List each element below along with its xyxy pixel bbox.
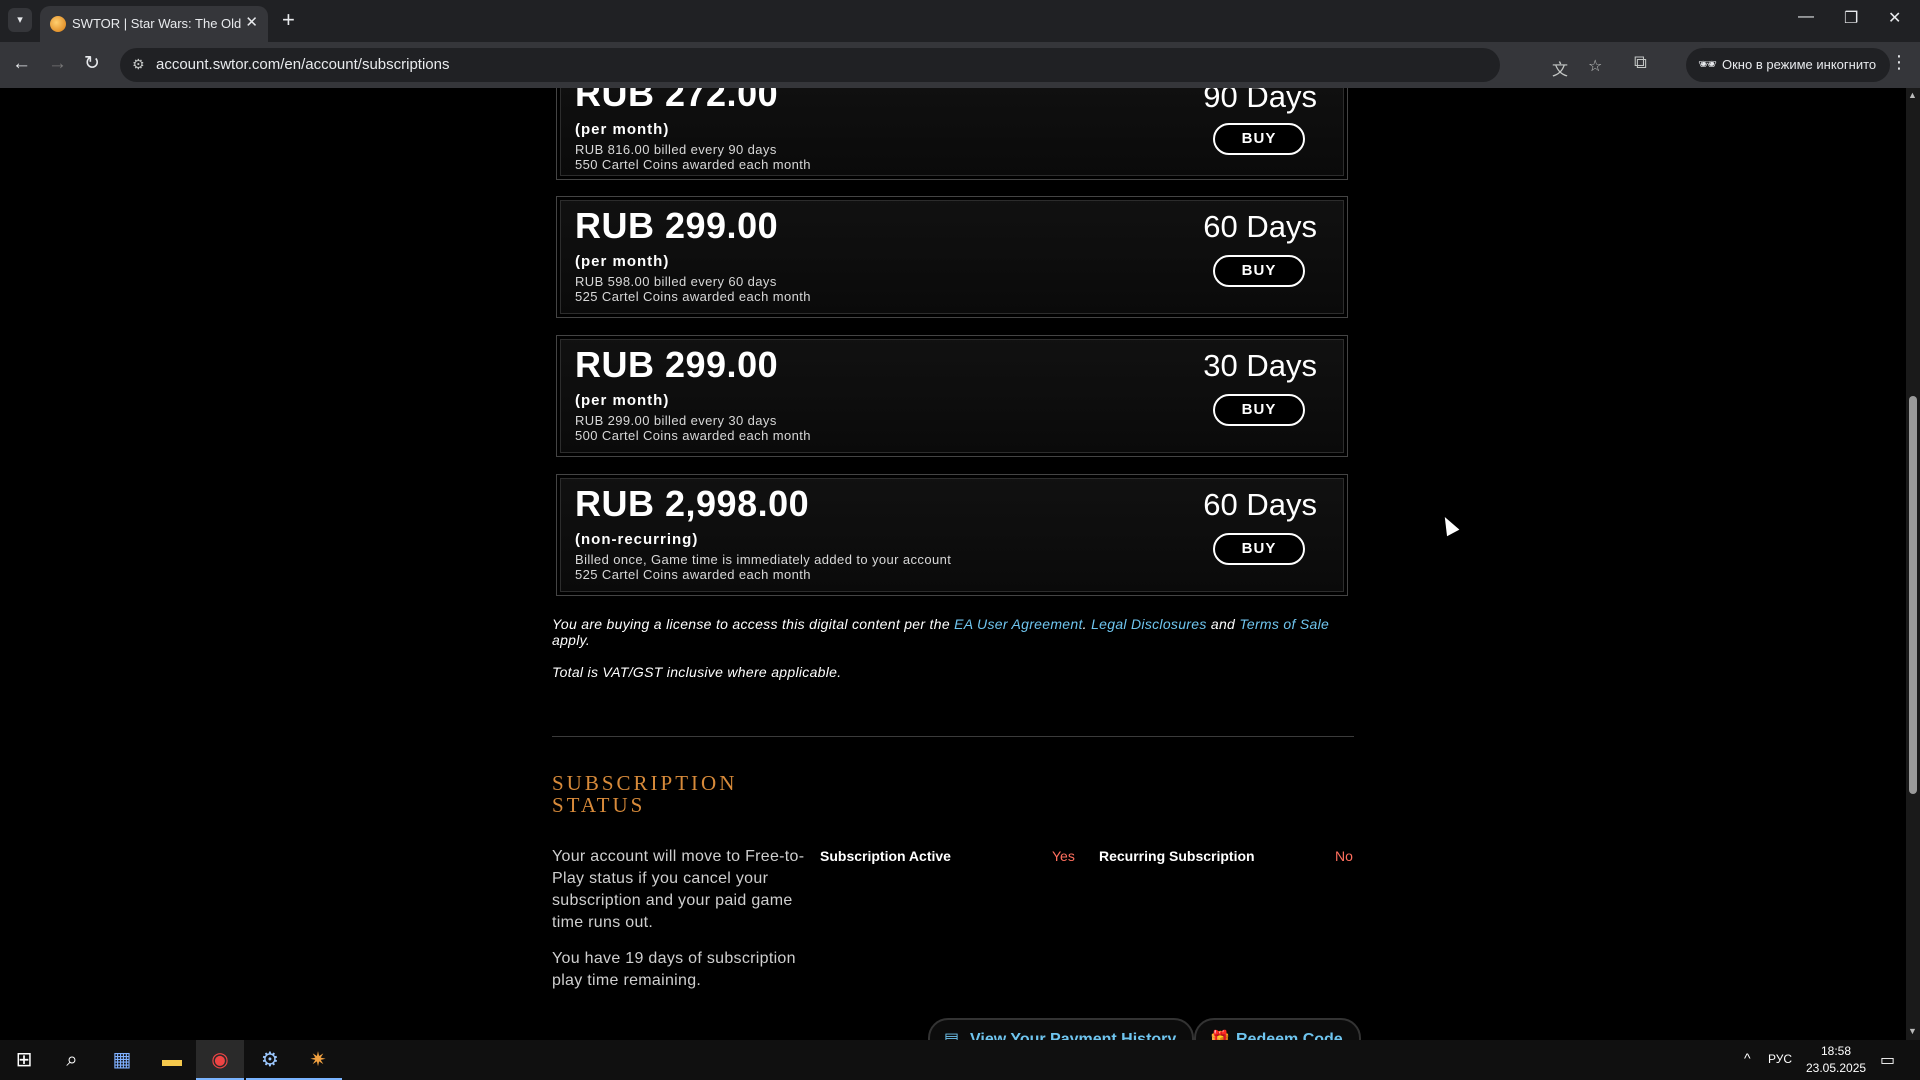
license-separator: . (1082, 616, 1092, 632)
recurring-subscription-label: Recurring Subscription (1099, 848, 1255, 864)
plan-period: (per month) (575, 253, 670, 270)
license-notice: You are buying a license to access this … (552, 616, 1352, 632)
plan-period: (non-recurring) (575, 531, 699, 548)
chrome-icon[interactable]: ◉ (196, 1040, 244, 1080)
scroll-down-icon[interactable]: ▼ (1908, 1026, 1917, 1036)
system-clock[interactable]: 18:58 23.05.2025 (1806, 1043, 1866, 1077)
scrollbar-thumb[interactable] (1909, 396, 1917, 794)
page-viewport: RUB 272.00 (per month) RUB 816.00 billed… (0, 88, 1906, 1040)
page-scrollbar[interactable]: ▲ ▼ (1906, 88, 1920, 1040)
clock-date: 23.05.2025 (1806, 1061, 1867, 1075)
back-icon[interactable]: ← (12, 52, 31, 76)
window-close-icon[interactable]: ✕ (1888, 8, 1901, 28)
gift-icon: 🎁 (1210, 1031, 1230, 1040)
tab-close-icon[interactable]: ✕ (245, 14, 258, 32)
plan-card-90-days: RUB 272.00 (per month) RUB 816.00 billed… (556, 88, 1348, 180)
browser-menu-icon[interactable]: ⋮ (1890, 52, 1908, 73)
terms-of-sale-link[interactable]: Terms of Sale (1239, 616, 1329, 632)
license-and-text: and (1206, 616, 1240, 632)
input-language[interactable]: РУС (1768, 1052, 1792, 1066)
redeem-code-button[interactable]: 🎁 Redeem Code (1194, 1018, 1361, 1040)
buy-button[interactable]: BUY (1213, 255, 1305, 287)
bookmark-star-icon[interactable]: ☆ (1588, 56, 1602, 76)
section-title-line1: SUBSCRIPTION (552, 771, 738, 795)
browser-toolbar: ← → ↻ ⚙ account.swtor.com/en/account/sub… (0, 42, 1920, 88)
swtor-launcher-icon[interactable]: ✷ (294, 1040, 342, 1080)
tab-search-icon[interactable]: ▾ (8, 8, 32, 32)
buy-button[interactable]: BUY (1213, 123, 1305, 155)
buy-button[interactable]: BUY (1213, 533, 1305, 565)
tab-title: SWTOR | Star Wars: The Old Rep (72, 16, 244, 31)
plan-billing: RUB 299.00 billed every 30 days (575, 413, 777, 428)
windows-start-icon[interactable]: ⊞ (0, 1040, 48, 1080)
windows-taskbar: ⊞ ⌕ ▦ ▬ ◉ ⚙ ✷ ^ РУС 18:58 23.05.2025 ▭ (0, 1040, 1920, 1080)
plan-days: 60 Days (1203, 487, 1317, 522)
reload-icon[interactable]: ↻ (84, 52, 100, 76)
plan-price: RUB 272.00 (575, 88, 779, 114)
recurring-subscription-value: No (1335, 848, 1353, 864)
payment-history-label: View Your Payment History (970, 1031, 1177, 1040)
minimize-icon[interactable]: — (1798, 8, 1814, 26)
tray-expand-icon[interactable]: ^ (1744, 1050, 1751, 1066)
plan-days: 30 Days (1203, 348, 1317, 383)
notifications-icon[interactable]: ▭ (1880, 1050, 1895, 1070)
translate-icon[interactable]: 文 (1552, 56, 1568, 80)
plan-billing: Billed once, Game time is immediately ad… (575, 552, 952, 567)
new-tab-icon[interactable]: + (282, 8, 295, 32)
extensions-icon[interactable]: ⧉ (1634, 52, 1647, 73)
remaining-days-info: You have 19 days of subscription play ti… (552, 950, 796, 989)
calculator-icon[interactable]: ▦ (98, 1040, 146, 1080)
subscription-status-title: SUBSCRIPTION STATUS (552, 772, 737, 816)
license-notice-text: You are buying a license to access this … (552, 616, 955, 632)
section-title-line2: STATUS (552, 793, 646, 817)
plan-price: RUB 2,998.00 (575, 483, 810, 524)
plan-card-60-days: RUB 299.00 (per month) RUB 598.00 billed… (556, 196, 1348, 318)
plan-period: (per month) (575, 392, 670, 409)
plan-coins: 500 Cartel Coins awarded each month (575, 428, 811, 443)
plan-price: RUB 299.00 (575, 205, 779, 246)
plan-card-non-recurring: RUB 2,998.00 (non-recurring) Billed once… (556, 474, 1348, 596)
incognito-indicator[interactable]: 🕶 Окно в режиме инкогнито (1686, 48, 1891, 82)
plan-coins: 525 Cartel Coins awarded each month (575, 289, 811, 304)
swtor-favicon-icon (50, 16, 66, 32)
site-info-icon[interactable]: ⚙ (132, 56, 145, 73)
browser-tab-bar: ▾ SWTOR | Star Wars: The Old Rep ✕ + — ❐… (0, 0, 1920, 42)
address-bar[interactable]: ⚙ account.swtor.com/en/account/subscript… (120, 48, 1602, 82)
plan-billing: RUB 816.00 billed every 90 days (575, 142, 777, 157)
plan-coins: 525 Cartel Coins awarded each month (575, 567, 811, 582)
legal-disclosures-link[interactable]: Legal Disclosures (1091, 616, 1207, 632)
search-icon[interactable]: ⌕ (48, 1040, 96, 1080)
plan-days: 60 Days (1203, 209, 1317, 244)
section-divider (552, 736, 1354, 737)
scroll-up-icon[interactable]: ▲ (1908, 90, 1917, 100)
buy-button[interactable]: BUY (1213, 394, 1305, 426)
incognito-label: Окно в режиме инкогнито (1722, 57, 1877, 72)
license-notice-suffix: apply. (552, 632, 591, 648)
plan-billing: RUB 598.00 billed every 60 days (575, 274, 777, 289)
view-payment-history-button[interactable]: ▤ View Your Payment History (928, 1018, 1195, 1040)
subscription-active-label: Subscription Active (820, 848, 951, 864)
plan-price: RUB 299.00 (575, 344, 779, 385)
incognito-icon: 🕶 (1698, 56, 1718, 73)
steam-icon[interactable]: ⚙ (246, 1040, 294, 1080)
browser-tab-active[interactable]: SWTOR | Star Wars: The Old Rep ✕ (40, 6, 268, 42)
clock-time: 18:58 (1820, 1044, 1852, 1058)
subscription-active-value: Yes (1052, 848, 1075, 864)
plan-coins: 550 Cartel Coins awarded each month (575, 157, 811, 172)
url-text[interactable]: account.swtor.com/en/account/subscriptio… (156, 56, 449, 73)
file-explorer-icon[interactable]: ▬ (148, 1040, 196, 1080)
ea-user-agreement-link[interactable]: EA User Agreement (954, 616, 1083, 632)
plan-days: 90 Days (1203, 88, 1317, 114)
vat-notice: Total is VAT/GST inclusive where applica… (552, 664, 842, 680)
receipt-icon: ▤ (944, 1031, 960, 1040)
redeem-code-label: Redeem Code (1236, 1031, 1343, 1040)
forward-icon[interactable]: → (48, 52, 67, 76)
plan-card-30-days: RUB 299.00 (per month) RUB 299.00 billed… (556, 335, 1348, 457)
restore-icon[interactable]: ❐ (1844, 8, 1858, 28)
plan-period: (per month) (575, 121, 670, 138)
free-to-play-info: Your account will move to Free-to-Play s… (552, 848, 805, 931)
